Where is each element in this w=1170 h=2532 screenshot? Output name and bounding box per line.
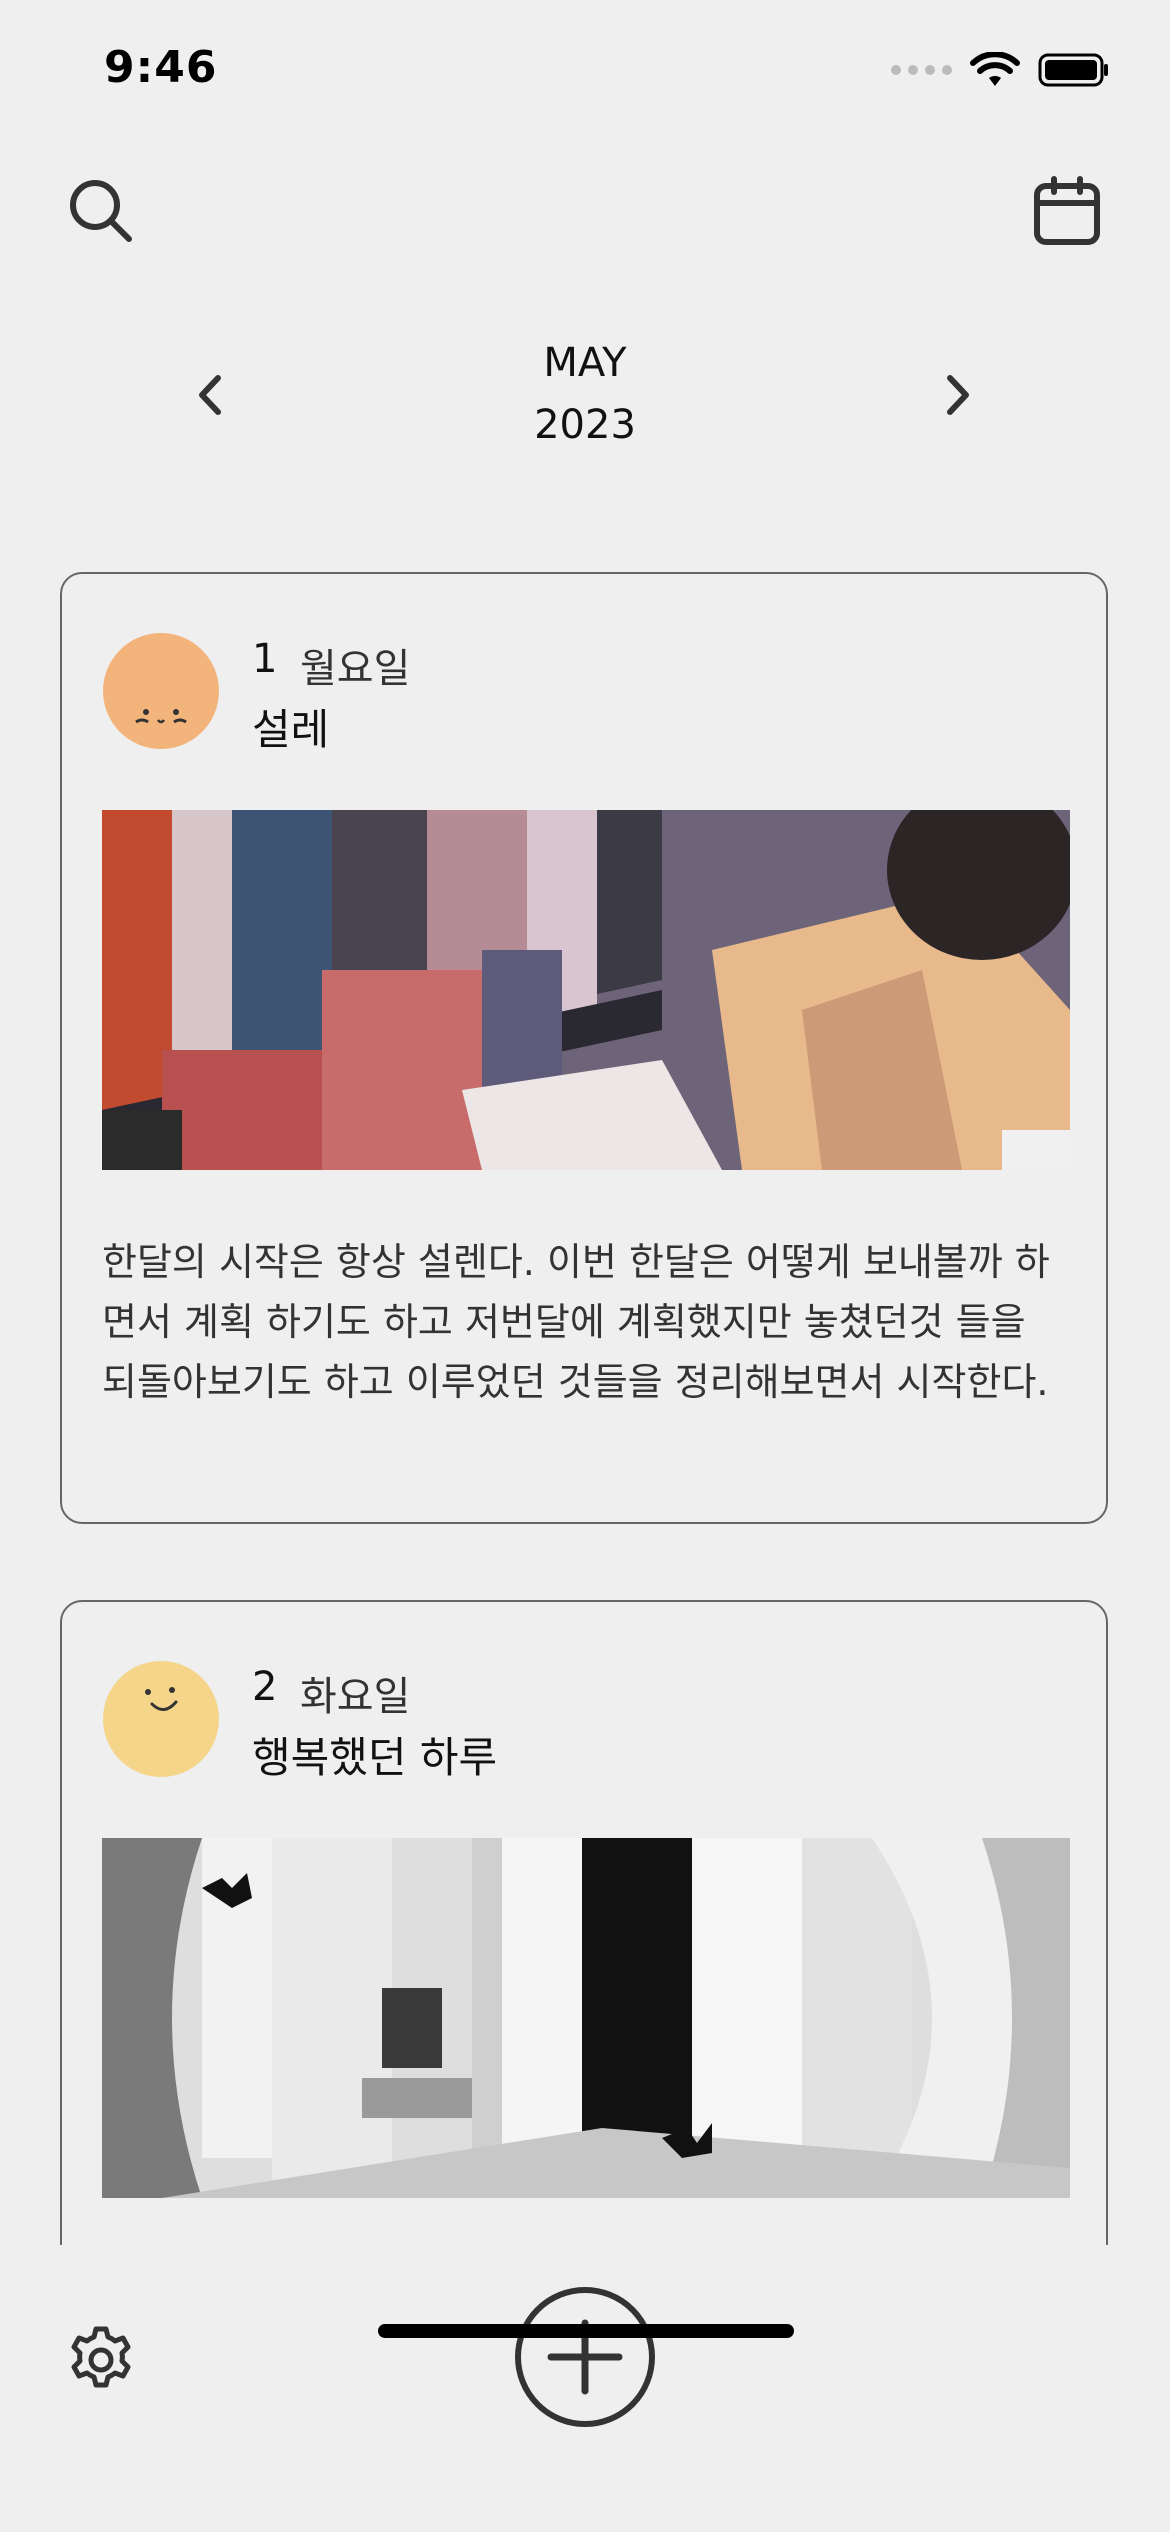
- gear-icon[interactable]: [66, 2325, 136, 2395]
- entry-day: 2: [252, 1664, 278, 1710]
- signal-icon: [891, 65, 952, 75]
- status-time: 9:46: [104, 42, 218, 93]
- mood-face-icon: [103, 633, 219, 749]
- entry-photo: [102, 1838, 1070, 2198]
- entry-weekday: 월요일: [300, 646, 411, 692]
- calendar-icon[interactable]: [1032, 176, 1102, 246]
- month-name: MAY: [543, 340, 627, 386]
- entry-day: 1: [252, 636, 278, 682]
- search-icon[interactable]: [66, 176, 136, 246]
- diary-entry-card[interactable]: 1 월요일 설레 한달의 시작은 항상 설렌다. 이번 한달은 어떻게 보내볼까…: [60, 572, 1108, 1524]
- status-icons: [891, 52, 1110, 88]
- entry-body: 한달의 시작은 항상 설렌다. 이번 한달은 어떻게 보내볼까 하면서 계획 하…: [102, 1240, 1050, 1404]
- year-label: 2023: [534, 402, 636, 448]
- battery-icon: [1038, 53, 1108, 87]
- entry-title: 설레: [252, 705, 330, 754]
- chevron-right-icon[interactable]: [942, 372, 974, 418]
- mood-face-icon: [103, 1661, 219, 1777]
- entry-photo: [102, 810, 1070, 1170]
- bottom-bar: [0, 2245, 1170, 2532]
- entry-title: 행복했던 하루: [252, 1733, 498, 1782]
- plus-circle-icon[interactable]: [513, 2285, 657, 2429]
- diary-entry-card[interactable]: 2 화요일 행복했던 하루: [60, 1600, 1108, 2300]
- entry-weekday: 화요일: [300, 1674, 411, 1720]
- wifi-icon: [970, 52, 1020, 86]
- home-indicator[interactable]: [378, 2324, 794, 2338]
